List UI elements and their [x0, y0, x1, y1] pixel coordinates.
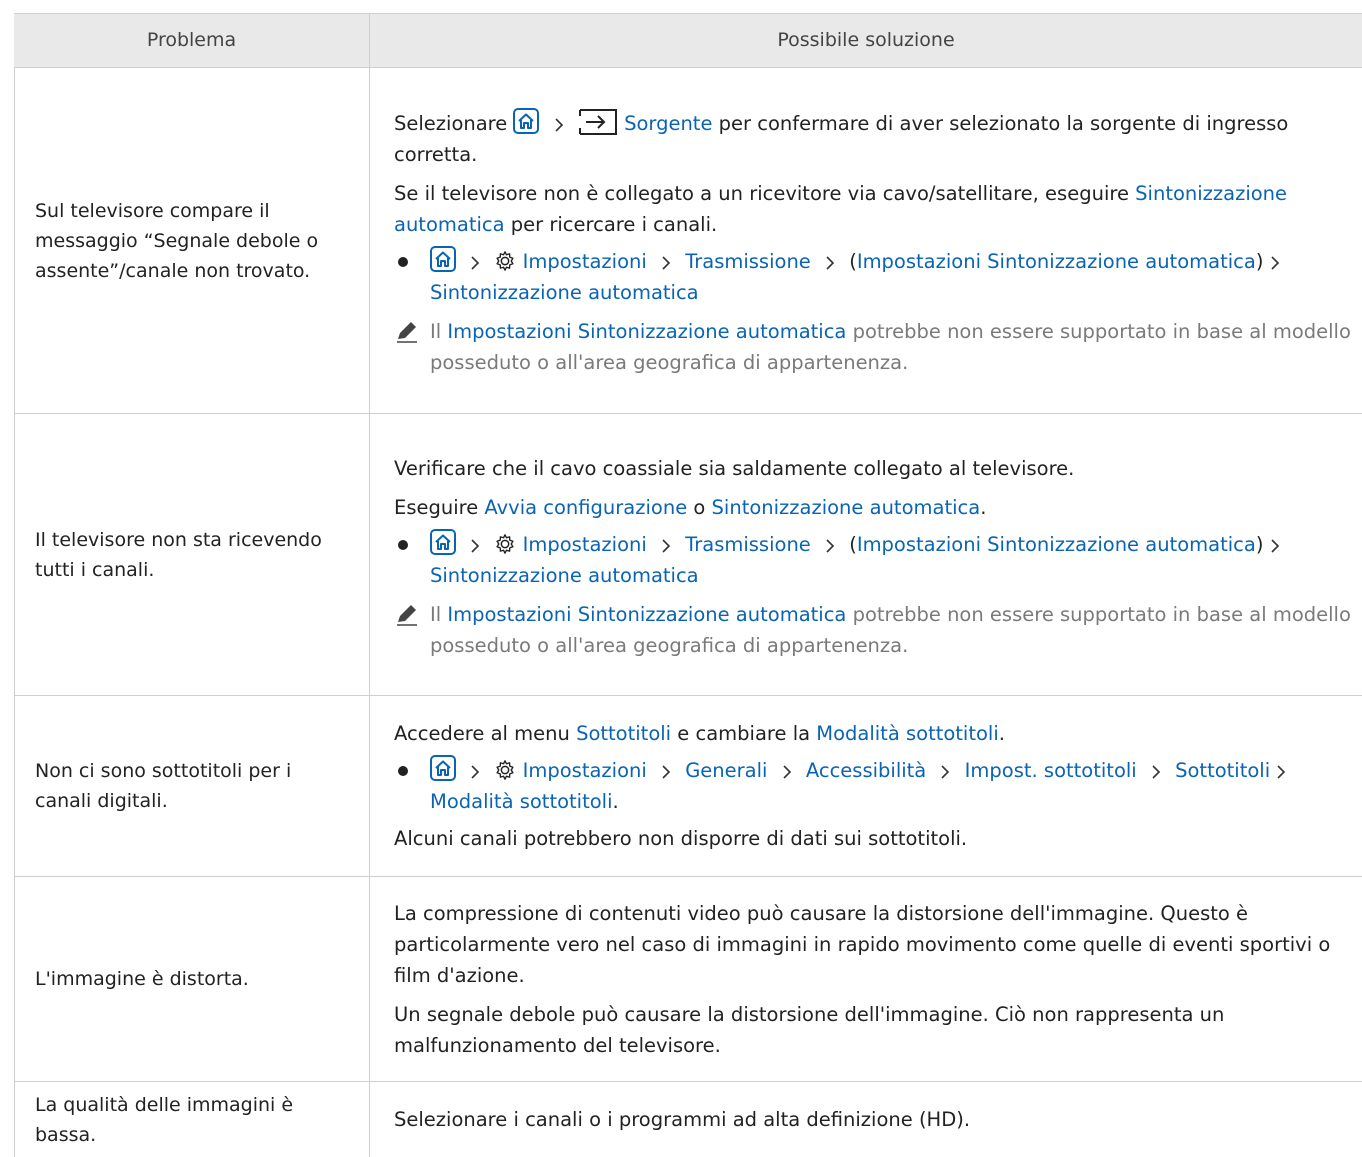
- note: Il Impostazioni Sintonizzazione automati…: [394, 316, 1354, 378]
- link-sintonizzazione-automatica[interactable]: Sintonizzazione automatica: [430, 564, 699, 587]
- source-icon: [578, 108, 618, 136]
- solution-text: Verificare che il cavo coassiale sia sal…: [394, 456, 1075, 480]
- link-trasmissione[interactable]: Trasmissione: [685, 533, 811, 556]
- link-trasmissione[interactable]: Trasmissione: [685, 250, 811, 273]
- menu-path: Impostazioni Trasmissione (Impostazioni …: [394, 246, 1354, 308]
- header-problem: Problema: [146, 29, 237, 51]
- menu-path: Impostazioni Generali Accessibilità Impo…: [394, 755, 1354, 817]
- solution-cell: Selezionare i canali o i programmi ad al…: [369, 1082, 1362, 1157]
- link-impostazioni[interactable]: Impostazioni: [523, 250, 647, 273]
- solution-text: Eseguire Avvia configurazione o Sintoniz…: [394, 495, 987, 519]
- link-sintonizzazione-automatica[interactable]: Sintonizzazione automatica: [430, 281, 699, 304]
- link-sorgente[interactable]: Sorgente: [624, 112, 712, 135]
- link-sottotitoli[interactable]: Sottotitoli: [1175, 759, 1270, 782]
- link-sintonizzazione-automatica[interactable]: Sintonizzazione automatica: [712, 496, 981, 519]
- problem-cell: Non ci sono sottotitoli per i canali dig…: [14, 696, 369, 876]
- home-icon: [430, 246, 456, 272]
- chevron-right-icon: [1270, 538, 1280, 554]
- table-row: Il televisore non sta ricevendo tutti i …: [14, 414, 1362, 696]
- link-impostazioni[interactable]: Impostazioni: [523, 533, 647, 556]
- bullet: [398, 766, 408, 776]
- solution-cell: Verificare che il cavo coassiale sia sal…: [369, 414, 1362, 695]
- solution-text: La compressione di contenuti video può c…: [394, 901, 1331, 987]
- problem-cell: Sul televisore compare il messaggio “Seg…: [14, 68, 369, 413]
- pencil-note-icon: [394, 319, 420, 345]
- problem-cell: Il televisore non sta ricevendo tutti i …: [14, 414, 369, 695]
- troubleshooting-table: Problema Possibile soluzione Sul televis…: [14, 13, 1362, 1157]
- solution-text: Se il televisore non è collegato a un ri…: [394, 181, 1288, 236]
- link-modalita-sottotitoli[interactable]: Modalità sottotitoli: [430, 790, 613, 813]
- problem-cell: L'immagine è distorta.: [14, 877, 369, 1081]
- problem-cell: La qualità delle immagini è bassa.: [14, 1082, 369, 1157]
- link-impostazioni[interactable]: Impostazioni: [523, 759, 647, 782]
- header-solution: Possibile soluzione: [369, 14, 1362, 67]
- link-impostazioni-sintonizzazione[interactable]: Impostazioni Sintonizzazione automatica: [447, 603, 846, 626]
- solution-text: Selezionare i canali o i programmi ad al…: [394, 1108, 971, 1131]
- chevron-right-icon: [1151, 764, 1161, 780]
- table-row: L'immagine è distorta. La compressione d…: [14, 877, 1362, 1082]
- table-header: Problema Possibile soluzione: [14, 13, 1362, 68]
- note: Il Impostazioni Sintonizzazione automati…: [394, 599, 1354, 661]
- link-impostazioni-sintonizzazione[interactable]: Impostazioni Sintonizzazione automatica: [857, 533, 1256, 556]
- link-impost-sottotitoli[interactable]: Impost. sottotitoli: [965, 759, 1137, 782]
- chevron-right-icon: [825, 538, 835, 554]
- chevron-right-icon: [554, 117, 564, 133]
- settings-gear-icon: [494, 533, 516, 555]
- solution-cell: Selezionare Sorgente per confermare di a…: [369, 68, 1362, 413]
- chevron-right-icon: [940, 764, 950, 780]
- chevron-right-icon: [661, 538, 671, 554]
- chevron-right-icon: [825, 255, 835, 271]
- link-impostazioni-sintonizzazione[interactable]: Impostazioni Sintonizzazione automatica: [447, 320, 846, 343]
- link-accessibilita[interactable]: Accessibilità: [806, 759, 926, 782]
- chevron-right-icon: [1276, 764, 1286, 780]
- solution-cell: Accedere al menu Sottotitoli e cambiare …: [369, 696, 1362, 876]
- settings-gear-icon: [494, 250, 516, 272]
- link-sottotitoli[interactable]: Sottotitoli: [576, 722, 671, 745]
- link-generali[interactable]: Generali: [685, 759, 767, 782]
- table-row: Sul televisore compare il messaggio “Seg…: [14, 68, 1362, 414]
- chevron-right-icon: [1270, 255, 1280, 271]
- solution-text: Alcuni canali potrebbero non disporre di…: [394, 827, 968, 850]
- chevron-right-icon: [470, 255, 480, 271]
- chevron-right-icon: [470, 538, 480, 554]
- bullet: [398, 256, 408, 267]
- solution-text: Accedere al menu Sottotitoli e cambiare …: [394, 722, 1005, 745]
- settings-gear-icon: [494, 759, 516, 781]
- link-modalita-sottotitoli[interactable]: Modalità sottotitoli: [816, 722, 999, 745]
- home-icon: [513, 108, 539, 134]
- home-icon: [430, 755, 456, 781]
- chevron-right-icon: [661, 255, 671, 271]
- link-avvia-configurazione[interactable]: Avvia configurazione: [484, 496, 687, 519]
- table-row: Non ci sono sottotitoli per i canali dig…: [14, 696, 1362, 877]
- chevron-right-icon: [470, 764, 480, 780]
- chevron-right-icon: [782, 764, 792, 780]
- home-icon: [430, 529, 456, 555]
- solution-text: Selezionare Sorgente per confermare di a…: [394, 108, 1354, 170]
- bullet: [398, 539, 408, 550]
- pencil-note-icon: [394, 602, 420, 628]
- table-row: La qualità delle immagini è bassa. Selez…: [14, 1082, 1362, 1157]
- link-impostazioni-sintonizzazione[interactable]: Impostazioni Sintonizzazione automatica: [857, 250, 1256, 273]
- solution-cell: La compressione di contenuti video può c…: [369, 877, 1362, 1081]
- solution-text: Un segnale debole può causare la distors…: [394, 1002, 1225, 1057]
- chevron-right-icon: [661, 764, 671, 780]
- menu-path: Impostazioni Trasmissione (Impostazioni …: [394, 529, 1354, 591]
